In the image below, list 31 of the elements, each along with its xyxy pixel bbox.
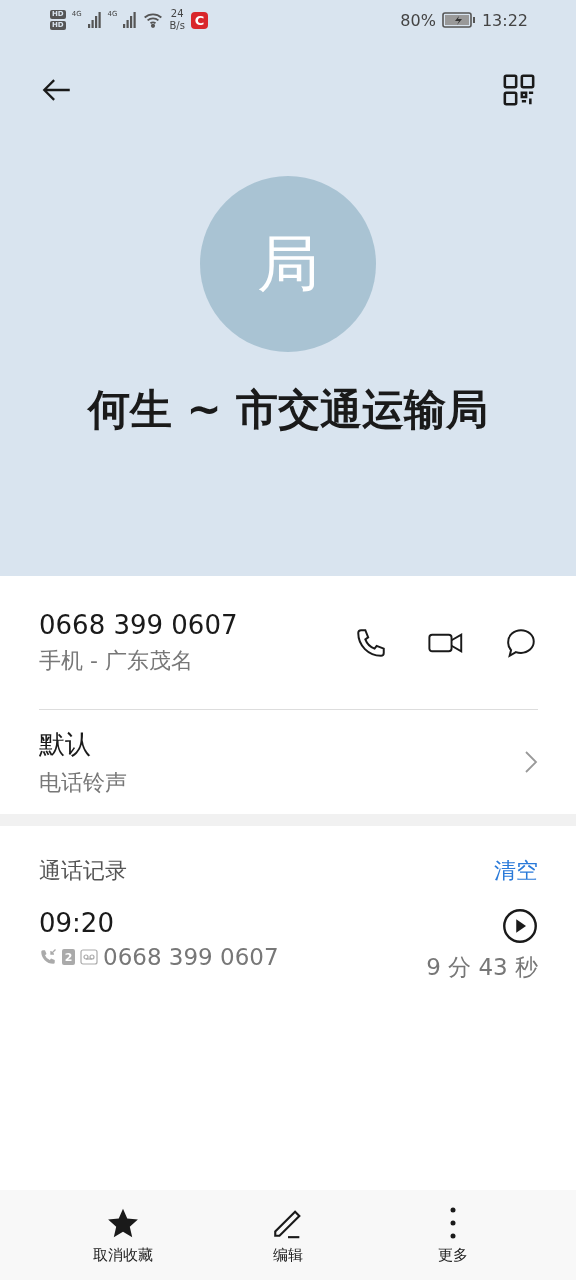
toolbar-button[interactable]: 更多 xyxy=(370,1190,536,1280)
call-duration: 9 分 43 秒 xyxy=(426,953,538,982)
sim-badge: 2 xyxy=(62,949,75,965)
phone-label: 手机 - 广东茂名 xyxy=(39,646,194,675)
ringtone-value: 默认 xyxy=(39,727,92,761)
toolbar-button[interactable]: 编辑 xyxy=(205,1190,371,1280)
clear-button[interactable]: 清空 xyxy=(494,856,538,886)
net-speed: 24 xyxy=(170,8,184,20)
play-button[interactable] xyxy=(502,908,538,944)
contact-name: 何生 ~ 市交通运输局 xyxy=(87,384,489,436)
ringtone-label: 电话铃声 xyxy=(39,768,128,797)
section-title: 通话记录 xyxy=(39,857,127,885)
qr-code-button[interactable] xyxy=(502,73,536,107)
chevron-right-icon xyxy=(524,750,538,774)
voicemail-icon xyxy=(80,949,98,965)
more-icon xyxy=(449,1205,458,1240)
battery-percent: 80% xyxy=(400,10,436,30)
wifi-icon xyxy=(143,12,164,28)
incoming-call-icon xyxy=(39,948,57,966)
signal-icon xyxy=(123,12,138,28)
clock: 13:22 xyxy=(481,10,528,30)
net-speed-unit: B/s xyxy=(169,20,185,32)
ringtone-row[interactable]: 默认 电话铃声 xyxy=(39,710,538,814)
toolbar-button[interactable]: 取消收藏 xyxy=(40,1190,206,1280)
phone-number: 0668 399 0607 xyxy=(39,609,239,640)
call-number: 0668 399 0607 xyxy=(103,944,279,970)
app-badge: C xyxy=(190,11,208,29)
call-time: 09:20 xyxy=(39,908,115,938)
battery-icon xyxy=(441,12,476,28)
avatar: 局 xyxy=(200,176,376,352)
signal-icon xyxy=(87,12,102,28)
